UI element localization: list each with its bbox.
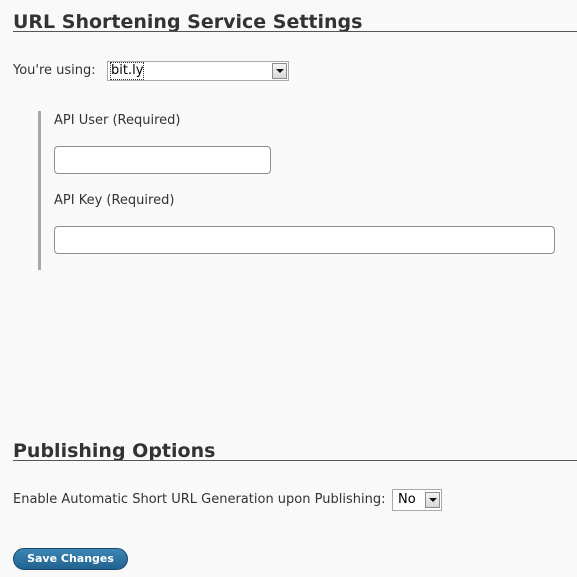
chevron-down-icon[interactable] (425, 492, 440, 508)
heading-divider (13, 460, 577, 461)
save-changes-button[interactable]: Save Changes (13, 548, 128, 570)
url-shortening-heading: URL Shortening Service Settings (13, 11, 363, 33)
publishing-options-heading: Publishing Options (13, 440, 216, 462)
chevron-down-icon[interactable] (272, 63, 287, 79)
settings-page: URL Shortening Service Settings You're u… (0, 0, 577, 577)
auto-generation-label: Enable Automatic Short URL Generation up… (13, 492, 386, 507)
api-user-input[interactable] (54, 146, 271, 174)
auto-generation-select-value: No (398, 492, 416, 507)
api-user-label: API User (Required) (54, 113, 181, 128)
service-options-indent-bar (38, 111, 41, 270)
service-select-value: bit.ly (109, 62, 145, 80)
api-key-input[interactable] (54, 226, 555, 254)
heading-divider (13, 31, 577, 32)
service-select[interactable]: bit.ly (107, 61, 289, 81)
service-select-label: You're using: (13, 63, 96, 78)
auto-generation-select[interactable]: No (392, 489, 442, 511)
api-key-label: API Key (Required) (54, 193, 175, 208)
